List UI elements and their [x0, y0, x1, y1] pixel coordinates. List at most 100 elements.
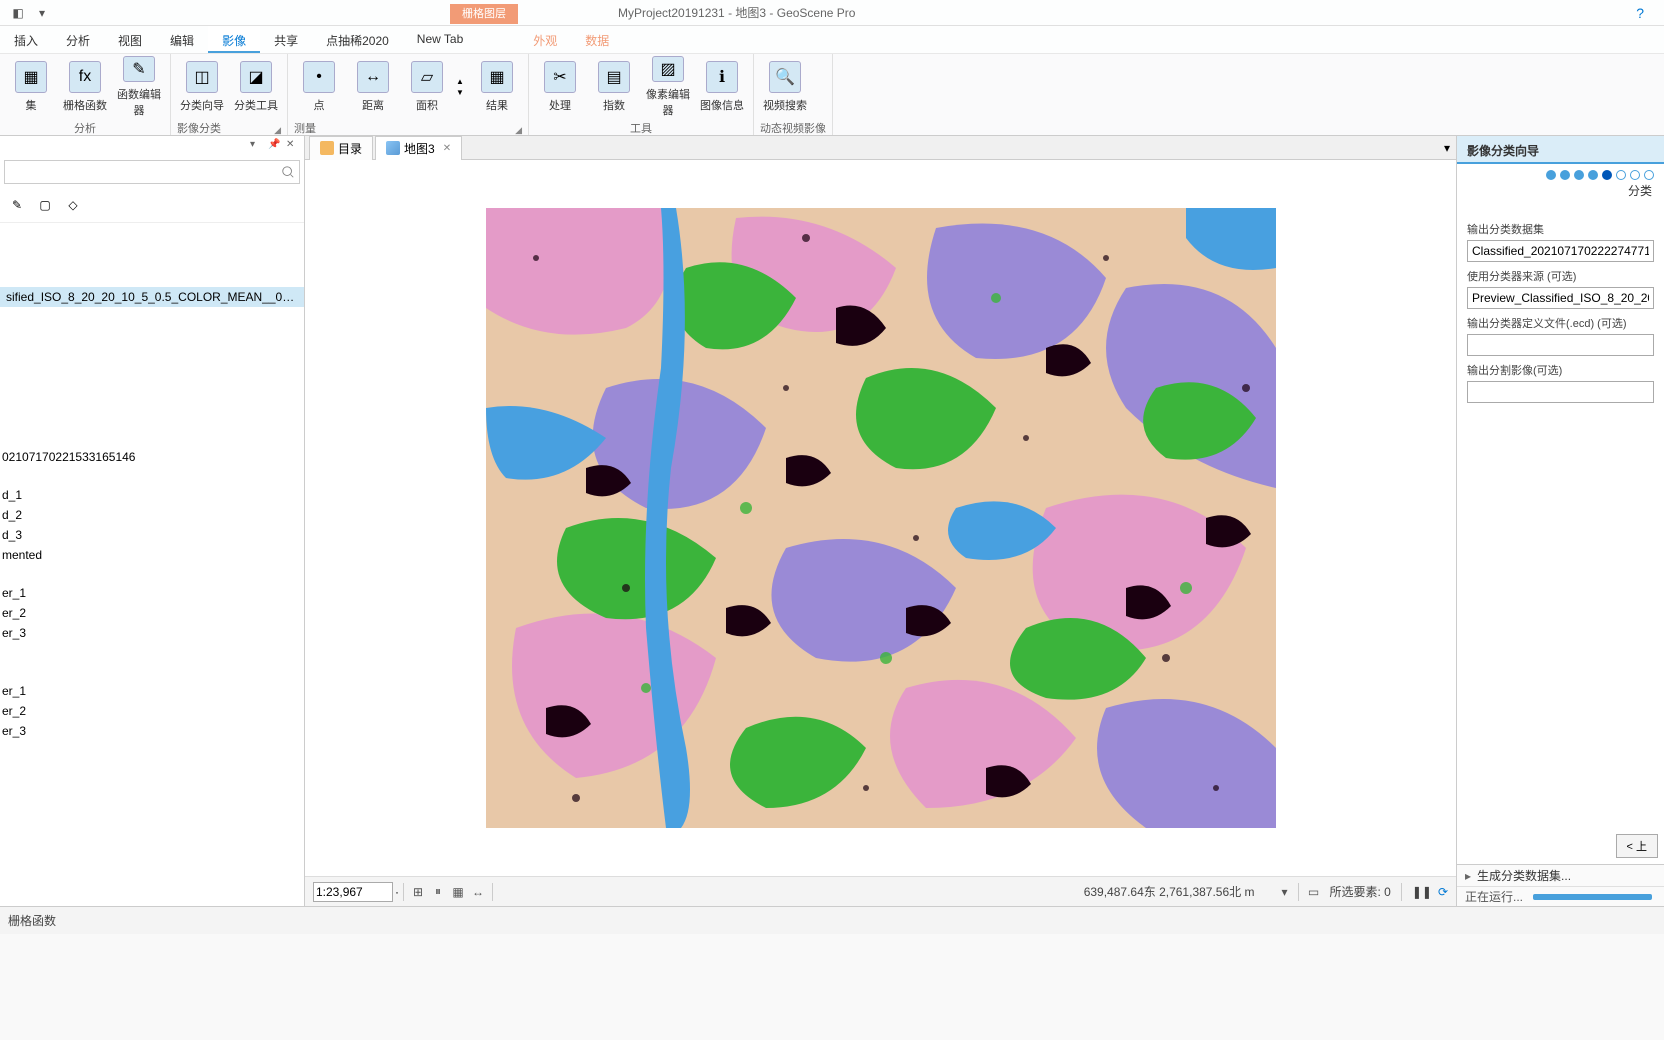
segmented-input[interactable] — [1467, 381, 1654, 403]
toc-layer-er3b[interactable]: er_3 — [0, 721, 304, 741]
tab-imagery[interactable]: 影像 — [208, 26, 260, 53]
step-4[interactable] — [1588, 170, 1598, 180]
toc-layer-d2[interactable]: d_2 — [0, 505, 304, 525]
group-video-label: 动态视频影像 — [760, 118, 826, 136]
scale-input[interactable] — [313, 882, 393, 902]
btn-set[interactable]: ▦集 — [6, 56, 56, 118]
toc-list-by-source-icon[interactable]: ▢ — [34, 194, 56, 216]
measure-launcher-icon[interactable]: ◢ — [515, 125, 522, 136]
app-title: MyProject20191231 - 地图3 - GeoScene Pro — [618, 4, 855, 21]
step-8[interactable] — [1644, 170, 1654, 180]
task-expand-icon[interactable]: ▸ — [1465, 869, 1471, 883]
btn-measure-distance[interactable]: ↔距离 — [348, 56, 398, 118]
btn-raster-functions[interactable]: fx栅格函数 — [60, 56, 110, 118]
btn-image-info[interactable]: ℹ图像信息 — [697, 56, 747, 118]
main-area: ▾ 📌 ✕ ✎ ▢ ◇ sified_ISO_8_20_20_10_5_0.5_… — [0, 136, 1664, 906]
step-6[interactable] — [1616, 170, 1626, 180]
btn-measure-area[interactable]: ▱面积 — [402, 56, 452, 118]
refresh-icon[interactable]: ⟳ — [1438, 885, 1448, 899]
toc-layer-classified[interactable]: sified_ISO_8_20_20_10_5_0.5_COLOR_MEAN__… — [0, 287, 304, 307]
view-tab-catalog[interactable]: 目录 — [309, 136, 373, 160]
snap-icon[interactable]: ⊞ — [408, 882, 428, 902]
view-tabs-dropdown-icon[interactable]: ▾ — [1444, 141, 1450, 155]
wizard-prev-button[interactable]: < 上 — [1616, 834, 1658, 858]
group-image-classify-label: 影像分类 — [177, 118, 221, 136]
tab-insert[interactable]: 插入 — [0, 26, 52, 53]
toc-layer-mented[interactable]: mented — [0, 545, 304, 565]
toc-search-input[interactable] — [4, 160, 300, 184]
btn-function-editor[interactable]: ✎函数编辑器 — [114, 56, 164, 118]
grid-icon[interactable]: ▦ — [448, 882, 468, 902]
title-bar: ◧ ▾ 栅格图层 MyProject20191231 - 地图3 - GeoSc… — [0, 0, 1664, 26]
segmented-label: 输出分割影像(可选) — [1467, 362, 1654, 378]
toc-layer-er2b[interactable]: er_2 — [0, 701, 304, 721]
group-measure-label: 测量 — [294, 118, 316, 136]
tab-close-icon[interactable]: ✕ — [443, 143, 451, 154]
tab-view[interactable]: 视图 — [104, 26, 156, 53]
group-measure: •点 ↔距离 ▱面积 ▲ ▼ ▦结果 测量 ◢ — [288, 54, 529, 135]
toc-layer-er2a[interactable]: er_2 — [0, 603, 304, 623]
qat-app-icon[interactable]: ◧ — [10, 5, 26, 21]
btn-classification-wizard[interactable]: ◫分类向导 — [177, 56, 227, 118]
pause-icon[interactable]: ❚❚ — [1412, 885, 1432, 899]
catalog-icon — [320, 141, 334, 155]
group-analysis-label: 分析 — [6, 118, 164, 136]
btn-process[interactable]: ✂处理 — [535, 56, 585, 118]
global-status-bar: 栅格函数 — [0, 906, 1664, 934]
toc-list-by-selection-icon[interactable]: ◇ — [62, 194, 84, 216]
toc-layer-er3a[interactable]: er_3 — [0, 623, 304, 643]
measure-more-up-icon[interactable]: ▲ — [456, 77, 468, 86]
group-tools: ✂处理 ▤指数 ▨像素编辑器 ℹ图像信息 工具 — [529, 54, 754, 135]
panel-menu-icon[interactable]: ▾ — [250, 139, 264, 153]
scale-dropdown-icon[interactable]: · — [395, 885, 399, 899]
tab-new[interactable]: New Tab — [403, 26, 477, 53]
map-view[interactable] — [305, 160, 1456, 876]
group-analysis: ▦集 fx栅格函数 ✎函数编辑器 分析 — [0, 54, 171, 135]
btn-measure-results[interactable]: ▦结果 — [472, 56, 522, 118]
toc-layer-timestamp[interactable]: 02107170221533165146 — [0, 447, 304, 467]
qat-dropdown-icon[interactable]: ▾ — [34, 5, 50, 21]
tab-appearance[interactable]: 外观 — [519, 26, 571, 53]
btn-pixel-editor[interactable]: ▨像素编辑器 — [643, 56, 693, 118]
toc-layer-er1a[interactable]: er_1 — [0, 583, 304, 603]
toc-tree[interactable]: sified_ISO_8_20_20_10_5_0.5_COLOR_MEAN__… — [0, 223, 304, 906]
task-bar: ▸ 生成分类数据集... — [1457, 864, 1664, 886]
panel-close-icon[interactable]: ✕ — [286, 139, 300, 153]
coords-dropdown-icon[interactable]: ▾ — [1274, 882, 1294, 902]
output-dataset-input[interactable] — [1467, 240, 1654, 262]
tab-analysis[interactable]: 分析 — [52, 26, 104, 53]
tab-edit[interactable]: 编辑 — [156, 26, 208, 53]
map-status-strip: · ⊞ ⏸ ▦ ↔ 639,487.64东 2,761,387.56北 m ▾ … — [305, 876, 1456, 906]
btn-classification-tools[interactable]: ◪分类工具 — [231, 56, 281, 118]
ecd-input[interactable] — [1467, 334, 1654, 356]
image-classify-launcher-icon[interactable]: ◢ — [274, 125, 281, 136]
step-7[interactable] — [1630, 170, 1640, 180]
step-1[interactable] — [1546, 170, 1556, 180]
step-5[interactable] — [1602, 170, 1612, 180]
pause-draw-icon[interactable]: ⏸ — [428, 882, 448, 902]
step-3[interactable] — [1574, 170, 1584, 180]
refresh-draw-icon[interactable]: ↔ — [468, 882, 488, 902]
toc-layer-er1b[interactable]: er_1 — [0, 681, 304, 701]
help-icon[interactable]: ? — [1636, 5, 1644, 21]
classifier-source-input[interactable] — [1467, 287, 1654, 309]
toc-layer-d1[interactable]: d_1 — [0, 485, 304, 505]
selection-icon[interactable]: ▭ — [1303, 882, 1323, 902]
toc-layer-d3[interactable]: d_3 — [0, 525, 304, 545]
panel-pin-icon[interactable]: 📌 — [268, 139, 282, 153]
group-tools-label: 工具 — [535, 118, 747, 136]
tab-share[interactable]: 共享 — [260, 26, 312, 53]
btn-video-search[interactable]: 🔍视频搜索 — [760, 56, 810, 118]
tab-point-thin[interactable]: 点抽稀2020 — [312, 26, 403, 53]
toc-toolbar: ✎ ▢ ◇ — [0, 188, 304, 223]
step-2[interactable] — [1560, 170, 1570, 180]
measure-more-down-icon[interactable]: ▼ — [456, 88, 468, 97]
view-tab-map[interactable]: 地图3 ✕ — [375, 136, 462, 160]
context-tab-raster-layer[interactable]: 栅格图层 — [450, 4, 518, 24]
btn-measure-point[interactable]: •点 — [294, 56, 344, 118]
task-text[interactable]: 生成分类数据集... — [1477, 867, 1571, 884]
tab-data[interactable]: 数据 — [571, 26, 623, 53]
ribbon-content: ▦集 fx栅格函数 ✎函数编辑器 分析 ◫分类向导 ◪分类工具 影像分类 ◢ •… — [0, 54, 1664, 136]
btn-indices[interactable]: ▤指数 — [589, 56, 639, 118]
toc-list-by-drawing-icon[interactable]: ✎ — [6, 194, 28, 216]
